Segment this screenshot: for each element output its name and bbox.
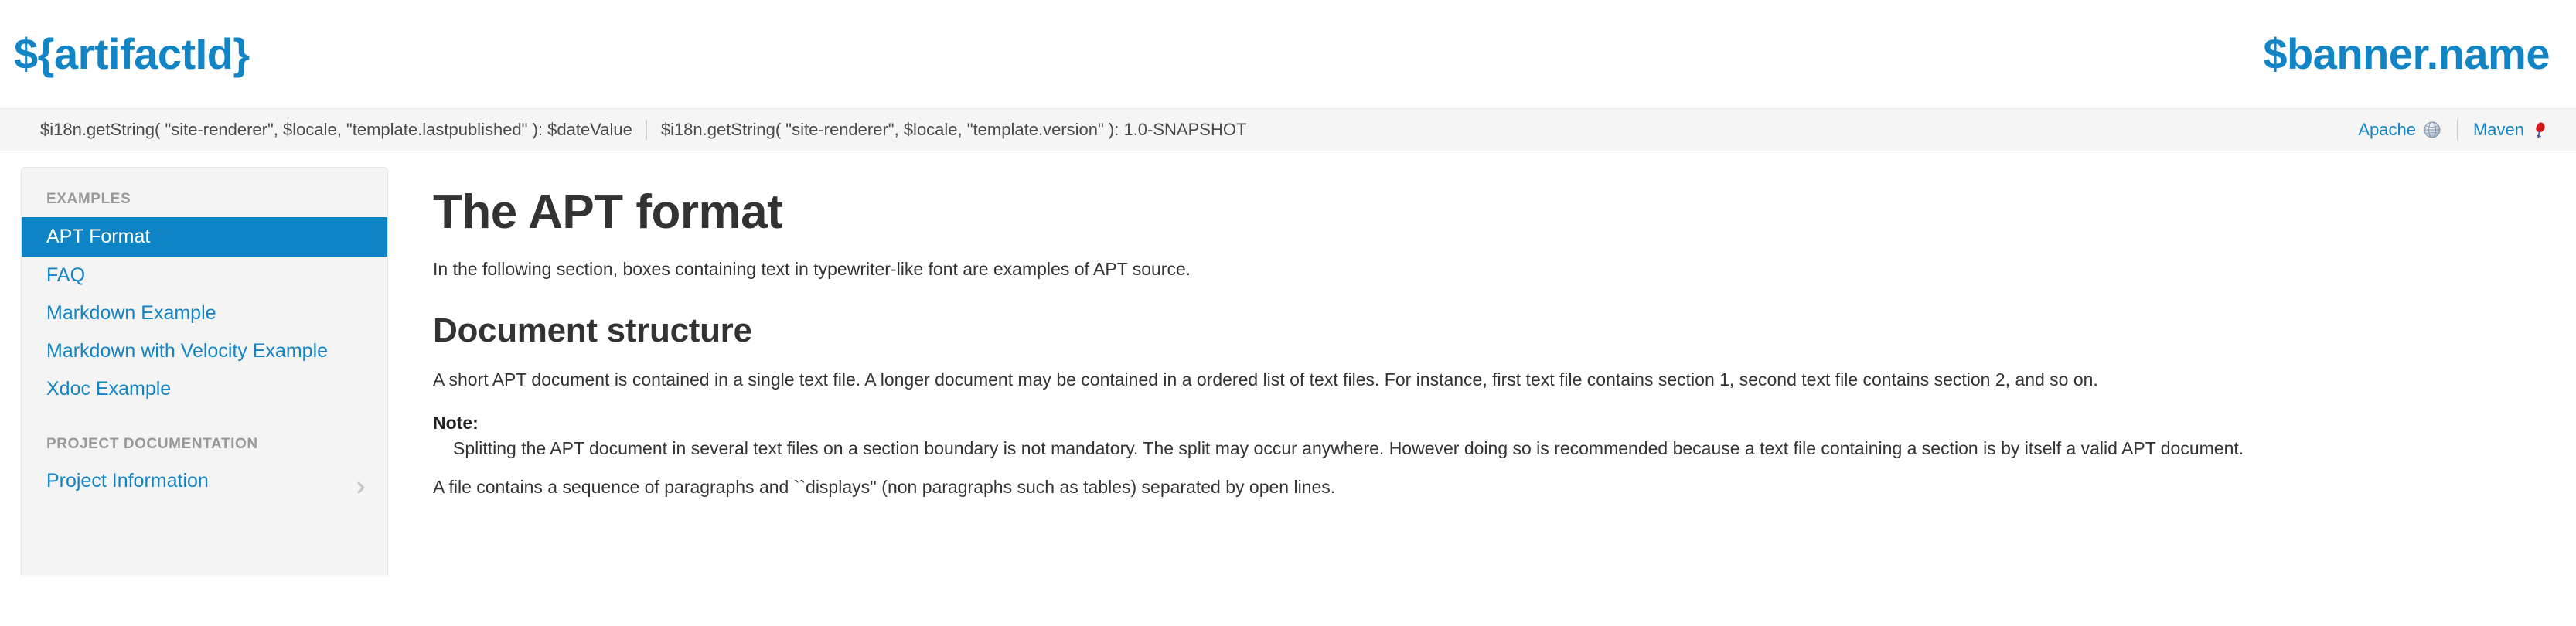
breadcrumb-version: $i18n.getString( "site-renderer", $local… [660, 120, 1247, 139]
sidebar-item-project-information[interactable]: Project Information [22, 462, 387, 500]
breadcrumb: $i18n.getString( "site-renderer", $local… [40, 120, 1246, 140]
breadcrumb-last-published: $i18n.getString( "site-renderer", $local… [40, 120, 632, 139]
sidebar-item-label: Markdown with Velocity Example [46, 340, 329, 362]
feather-icon [2531, 121, 2550, 139]
sidebar-navigation: Examples APT Format FAQ Markdown Example… [21, 167, 388, 575]
banner-link-group: Apache Maven [2358, 120, 2550, 140]
note-label: Note: [433, 413, 479, 434]
breadcrumb-separator [646, 120, 647, 140]
sidebar-item-apt-format[interactable]: APT Format [22, 217, 387, 257]
sidebar-item-xdoc-example[interactable]: Xdoc Example [22, 370, 387, 408]
apache-link-label: Apache [2358, 120, 2416, 139]
sidebar-item-markdown-with-velocity-example[interactable]: Markdown with Velocity Example [22, 332, 387, 370]
banner-project-title[interactable]: $banner.name [2263, 29, 2550, 78]
sidebar-item-label: Xdoc Example [46, 378, 172, 400]
main-content: The APT format In the following section,… [388, 151, 2576, 512]
sidebar-item-faq[interactable]: FAQ [22, 257, 387, 294]
sidebar-item-label: Markdown Example [46, 302, 216, 324]
content-wrapper: Examples APT Format FAQ Markdown Example… [0, 151, 2576, 575]
sidebar-item-label: FAQ [46, 264, 86, 286]
paragraph-document-structure: A short APT document is contained in a s… [433, 369, 2098, 390]
banner-artifact-title[interactable]: ${artifactId} [14, 29, 250, 78]
intro-paragraph: In the following section, boxes containi… [433, 259, 1191, 280]
sidebar-heading-project-documentation: Project Documentation [46, 436, 258, 452]
sidebar-heading-examples: Examples [46, 191, 131, 207]
site-banner: ${artifactId} $banner.name [0, 0, 2576, 108]
section-title-document-structure: Document structure [433, 311, 752, 349]
breadcrumb-bar: $i18n.getString( "site-renderer", $local… [0, 108, 2576, 151]
banner-left: ${artifactId} [14, 32, 250, 76]
sidebar-item-label: APT Format [46, 226, 151, 247]
banner-link-separator [2456, 120, 2458, 140]
page-title: The APT format [433, 185, 783, 239]
sidebar-item-markdown-example[interactable]: Markdown Example [22, 294, 387, 332]
globe-icon [2423, 121, 2441, 139]
page-root: ${artifactId} $banner.name $i18n.getStri… [0, 0, 2576, 626]
apache-link[interactable]: Apache [2358, 120, 2441, 140]
banner-right: $banner.name [2263, 32, 2550, 76]
chevron-right-icon [355, 475, 367, 493]
note-body: Splitting the APT document in several te… [453, 438, 2244, 459]
sidebar-item-label: Project Information [46, 470, 209, 492]
paragraph-file-contents: A file contains a sequence of paragraphs… [433, 477, 1336, 498]
maven-link[interactable]: Maven [2473, 120, 2550, 140]
maven-link-label: Maven [2472, 120, 2524, 139]
